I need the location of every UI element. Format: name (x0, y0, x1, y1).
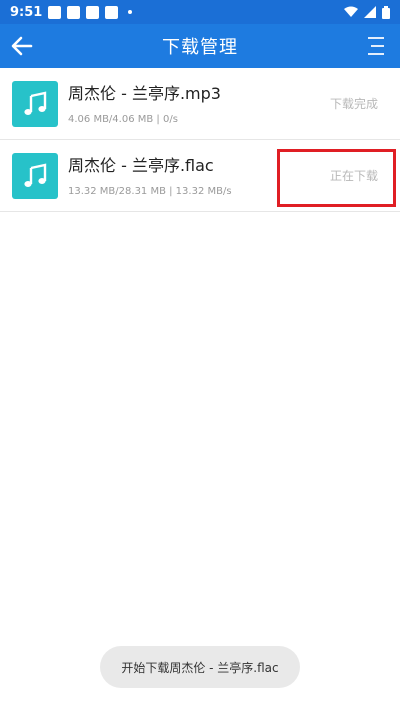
music-file-thumbnail (12, 152, 58, 199)
page-title: 下载管理 (162, 37, 238, 58)
menu-button[interactable] (362, 32, 390, 60)
signal-icon (364, 6, 376, 18)
file-name: 周杰伦 - 兰亭序.mp3 (68, 84, 221, 103)
arrow-left-icon (11, 36, 33, 56)
download-list: 周杰伦 - 兰亭序.mp3 4.06 MB/4.06 MB | 0/s 下载完成… (0, 68, 400, 212)
file-name: 周杰伦 - 兰亭序.flac (68, 156, 214, 175)
notification-icon (105, 5, 119, 19)
download-item[interactable]: 周杰伦 - 兰亭序.mp3 4.06 MB/4.06 MB | 0/s 下载完成 (0, 68, 400, 140)
wifi-icon (344, 6, 358, 17)
app-bar: 下载管理 (0, 24, 400, 68)
file-progress-meta: 13.32 MB/28.31 MB | 13.32 MB/s (68, 186, 232, 197)
back-button[interactable] (8, 32, 36, 60)
download-status[interactable]: 正在下载 (330, 167, 378, 184)
battery-icon (382, 5, 390, 19)
music-note-icon (24, 163, 47, 187)
status-bar: 9:51 (0, 0, 400, 24)
notification-icon (67, 5, 81, 19)
download-item[interactable]: 周杰伦 - 兰亭序.flac 13.32 MB/28.31 MB | 13.32… (0, 140, 400, 212)
music-file-thumbnail (12, 80, 58, 127)
music-note-icon (24, 91, 47, 115)
more-notifications-icon (128, 10, 133, 14)
status-time: 9:51 (10, 4, 43, 20)
notification-icon (86, 5, 100, 19)
notification-icon (48, 5, 62, 19)
menu-icon (368, 37, 384, 55)
toast-message: 开始下载周杰伦 - 兰亭序.flac (100, 646, 300, 688)
download-status[interactable]: 下载完成 (330, 95, 378, 112)
file-progress-meta: 4.06 MB/4.06 MB | 0/s (68, 114, 178, 125)
